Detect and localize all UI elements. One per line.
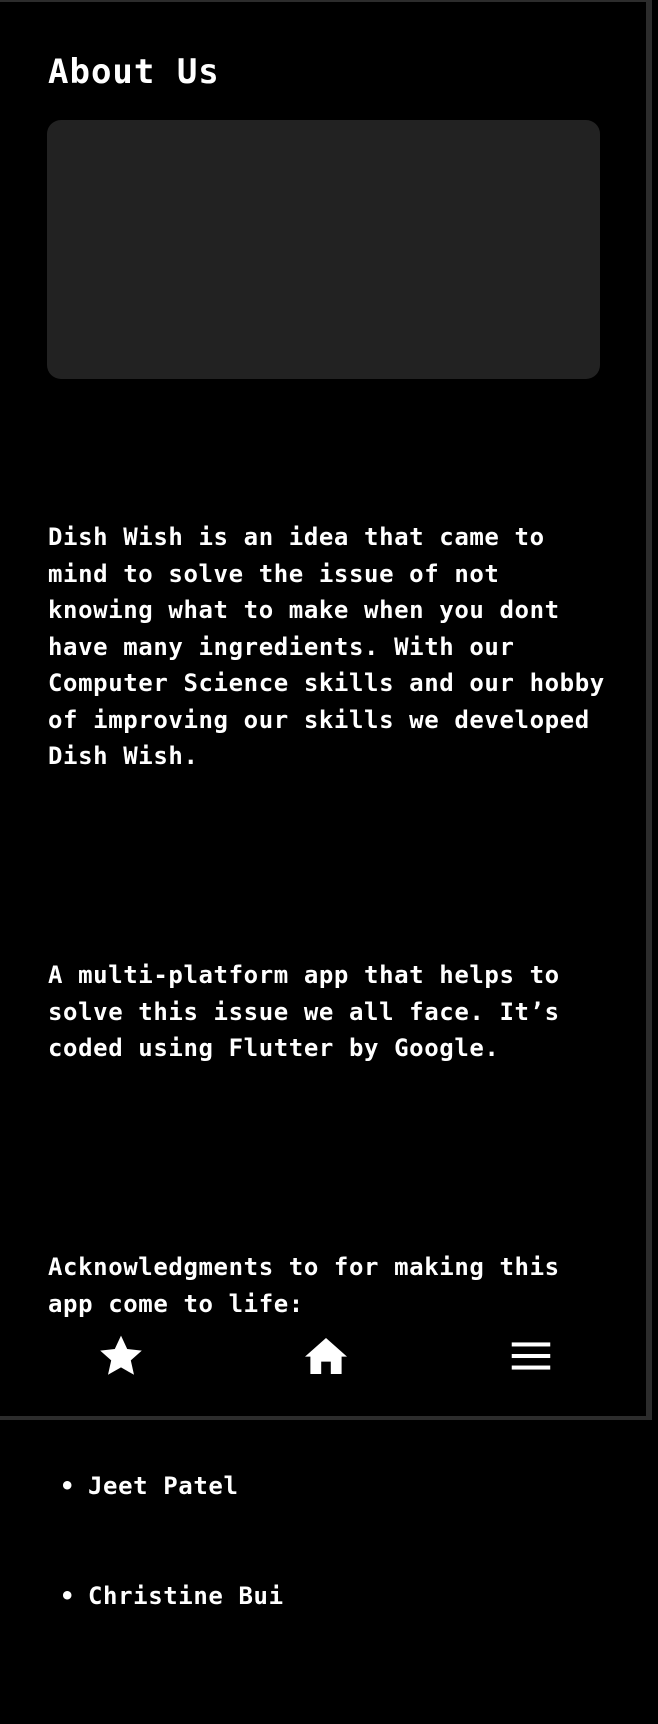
acknowledgments-list: Jeet Patel Christine Bui — [48, 1395, 608, 1687]
bottom-navigation — [0, 1318, 652, 1390]
page-title: About Us — [48, 52, 220, 92]
about-paragraph-2: A multi-platform app that helps to solve… — [48, 961, 575, 1062]
star-icon — [100, 1335, 142, 1375]
menu-nav-button[interactable] — [501, 1328, 561, 1384]
favorites-nav-button[interactable] — [91, 1328, 151, 1384]
list-item: Christine Bui — [48, 1578, 608, 1615]
about-paragraph-1: Dish Wish is an idea that came to mind t… — [48, 523, 620, 770]
list-item: Jeet Patel — [48, 1468, 608, 1505]
home-nav-button[interactable] — [296, 1328, 356, 1384]
acknowledgments-intro: Acknowledgments to for making this app c… — [48, 1253, 575, 1318]
about-image-placeholder — [47, 120, 600, 379]
home-icon — [305, 1338, 347, 1374]
about-content: Dish Wish is an idea that came to mind t… — [48, 446, 608, 1724]
menu-icon — [511, 1342, 551, 1370]
